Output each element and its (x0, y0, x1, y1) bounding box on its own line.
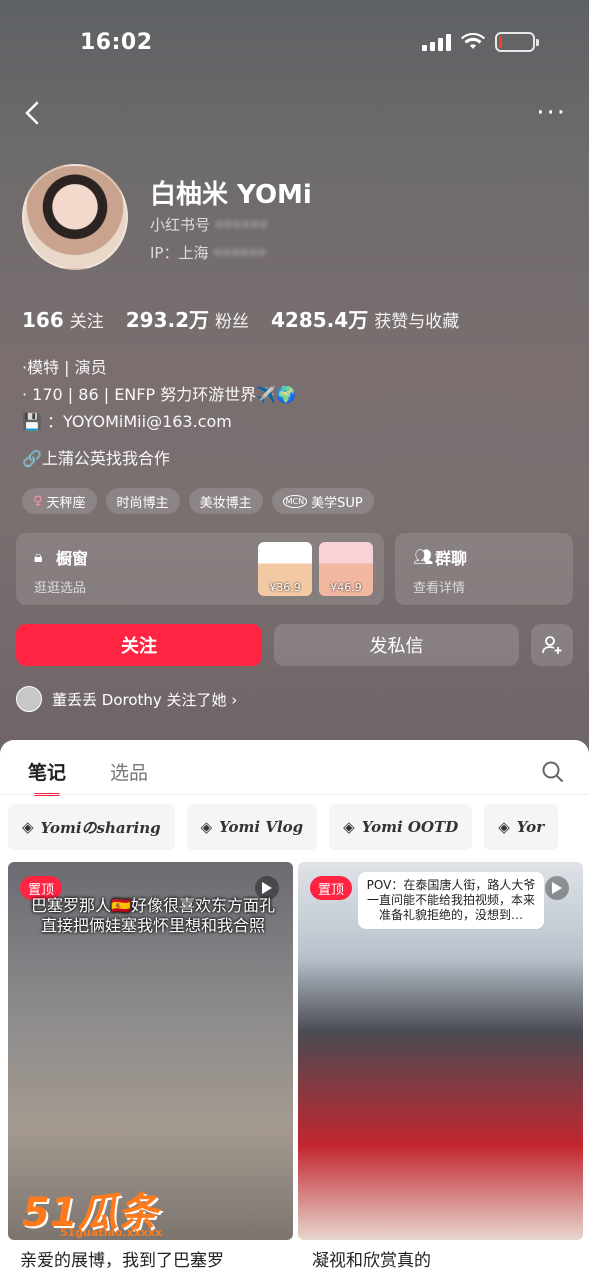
layers-icon: ◈ (343, 818, 355, 836)
content-tabs: 笔记 选品 (28, 758, 148, 796)
chevron-left-icon[interactable] (20, 100, 46, 126)
divider (0, 794, 589, 795)
battery-icon (495, 32, 539, 52)
profile-tags: ♀ 天秤座 时尚博主 美妆博主 MCN 美学SUP (22, 488, 374, 514)
collection-chip[interactable]: ◈ Yomi OOTD (329, 804, 473, 850)
stat-likes[interactable]: 4285.4万 获赞与收藏 (271, 304, 459, 333)
stat-followers[interactable]: 293.2万 粉丝 (126, 304, 249, 333)
mutual-follow[interactable]: 董丢丢 Dorothy 关注了她 › (16, 686, 237, 712)
note-title: 凝视和欣赏真的 (312, 1251, 431, 1271)
collab-link[interactable]: 🔗上蒲公英找我合作 (22, 445, 170, 469)
tag-mcn[interactable]: MCN 美学SUP (271, 488, 374, 514)
add-friend-button[interactable] (531, 624, 573, 666)
bag-icon: 🔒︎ (34, 547, 43, 566)
search-icon[interactable] (541, 760, 565, 784)
ip-location: IP：上海 •••••• (150, 244, 267, 262)
bio-line: ·模特 | 演员 (22, 358, 107, 377)
group-subtitle: 查看详情 (413, 581, 466, 596)
tag-fashion[interactable]: 时尚博主 (105, 488, 180, 514)
watermark-url: 51guatiao.xxxxx (60, 1226, 163, 1239)
tab-products[interactable]: 选品 (110, 758, 148, 785)
profile-stats: 166 关注 293.2万 粉丝 4285.4万 获赞与收藏 (22, 304, 459, 333)
more-dots-icon[interactable]: ··· (536, 100, 567, 126)
message-button[interactable]: 发私信 (274, 624, 519, 666)
status-time: 16:02 (80, 30, 153, 55)
avatar (16, 686, 42, 712)
collection-chip[interactable]: ◈ Yomi Vlog (186, 804, 318, 850)
layers-icon: ◈ (200, 818, 213, 836)
product-thumb[interactable]: ¥46.9 (319, 542, 373, 596)
video-play-icon (545, 876, 569, 900)
redbook-id: 小红书号 •••••• (150, 216, 268, 234)
note-title: 亲爱的展博，我到了巴塞罗 (20, 1251, 224, 1271)
content-sheet: 笔记 选品 ◈ Yomiのsharing ◈ Yomi Vlog ◈ Yomi OOT… (0, 740, 589, 1280)
mcn-icon: MCN (282, 494, 308, 508)
ip-label: IP：上海 (150, 244, 209, 262)
shop-subtitle: 逛逛选品 (34, 581, 87, 596)
people-icon: 👥︎ (413, 547, 434, 566)
layers-icon: ◈ (22, 818, 34, 836)
pinned-badge: 置顶 (310, 876, 353, 900)
shop-title: 橱窗 (56, 549, 89, 568)
product-thumb[interactable]: ¥36.9 (258, 542, 312, 596)
collection-chips: ◈ Yomiのsharing ◈ Yomi Vlog ◈ Yomi OOTD ◈ Yor (8, 804, 559, 850)
layers-icon: ◈ (498, 818, 510, 836)
group-chat-card[interactable]: 👥︎ 群聊 查看详情 (395, 533, 573, 605)
tab-notes[interactable]: 笔记 (28, 758, 66, 796)
note-caption: POV：在泰国唐人街，路人大爷一直问能不能给我拍视频，本来准备礼貌拒绝的，没想到… (358, 872, 544, 929)
bio-line: · 170 | 86 | ENFP 努力环游世界✈️🌍 (22, 385, 297, 404)
wifi-icon (461, 33, 485, 49)
add-friend-icon (542, 636, 562, 654)
bio-line: 💾 ：YOYOMiMii@163.com (22, 412, 232, 431)
redbook-id-label: 小红书号 (150, 216, 211, 234)
group-title: 群聊 (435, 549, 468, 568)
follow-button[interactable]: 关注 (16, 624, 262, 666)
profile-name: 白柚米 YOMi (150, 180, 312, 210)
collection-chip[interactable]: ◈ Yomiのsharing (8, 804, 175, 850)
female-icon: ♀ (33, 493, 43, 509)
shop-card[interactable]: 🔒︎ 橱窗 逛逛选品 ¥36.9 ¥46.9 (16, 533, 384, 605)
note-caption: 巴塞罗那人🇪🇸好像很喜欢东方面孔直接把俩娃塞我怀里想和我合照 (31, 896, 275, 935)
signal-icon (422, 33, 451, 51)
collection-chip[interactable]: ◈ Yor (484, 804, 559, 850)
status-icons (422, 32, 539, 52)
tag-beauty[interactable]: 美妆博主 (188, 488, 263, 514)
mutual-text: 董丢丢 Dorothy 关注了她 › (52, 690, 238, 709)
avatar[interactable] (22, 164, 128, 270)
tag-zodiac[interactable]: ♀ 天秤座 (22, 488, 97, 514)
stat-following[interactable]: 166 关注 (22, 307, 104, 332)
note-card[interactable]: 置顶 POV：在泰国唐人街，路人大爷一直问能不能给我拍视频，本来准备礼貌拒绝的，… (298, 862, 583, 1240)
